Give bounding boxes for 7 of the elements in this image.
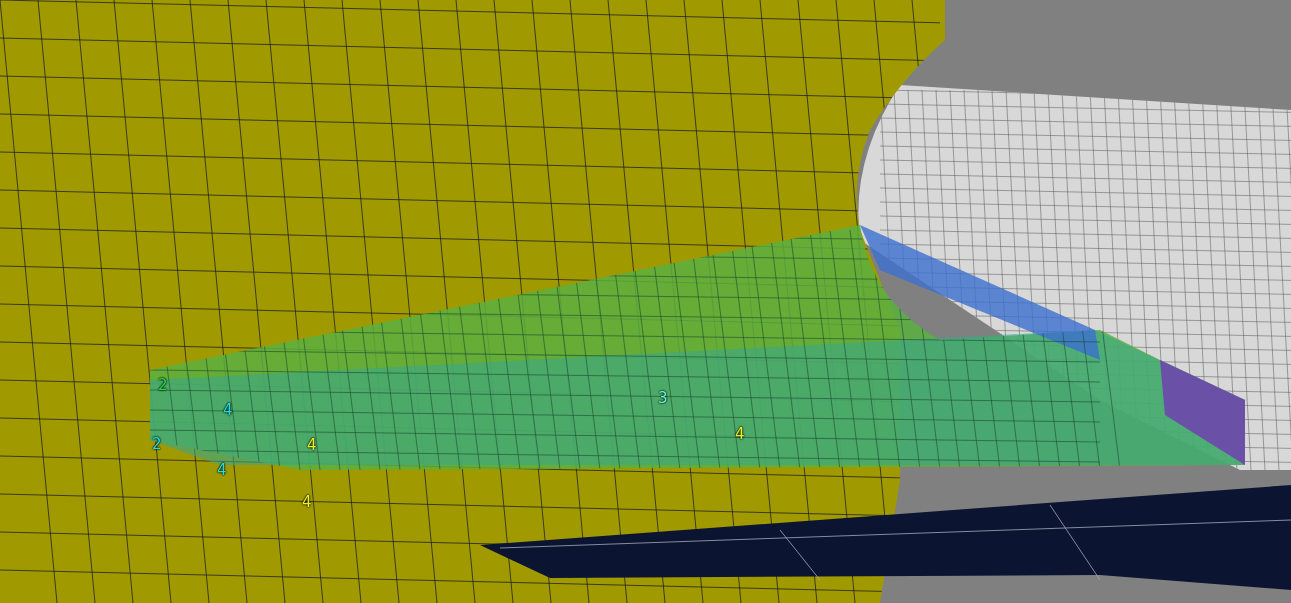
vertex-label: 4: [223, 403, 233, 418]
vertex-label: 3: [658, 391, 668, 406]
vertex-label: 2: [152, 437, 162, 452]
vertex-label: 4: [307, 438, 317, 453]
vertex-label: 4: [217, 463, 227, 478]
vertex-label: 2: [158, 378, 168, 393]
vertex-label: 4: [735, 427, 745, 442]
